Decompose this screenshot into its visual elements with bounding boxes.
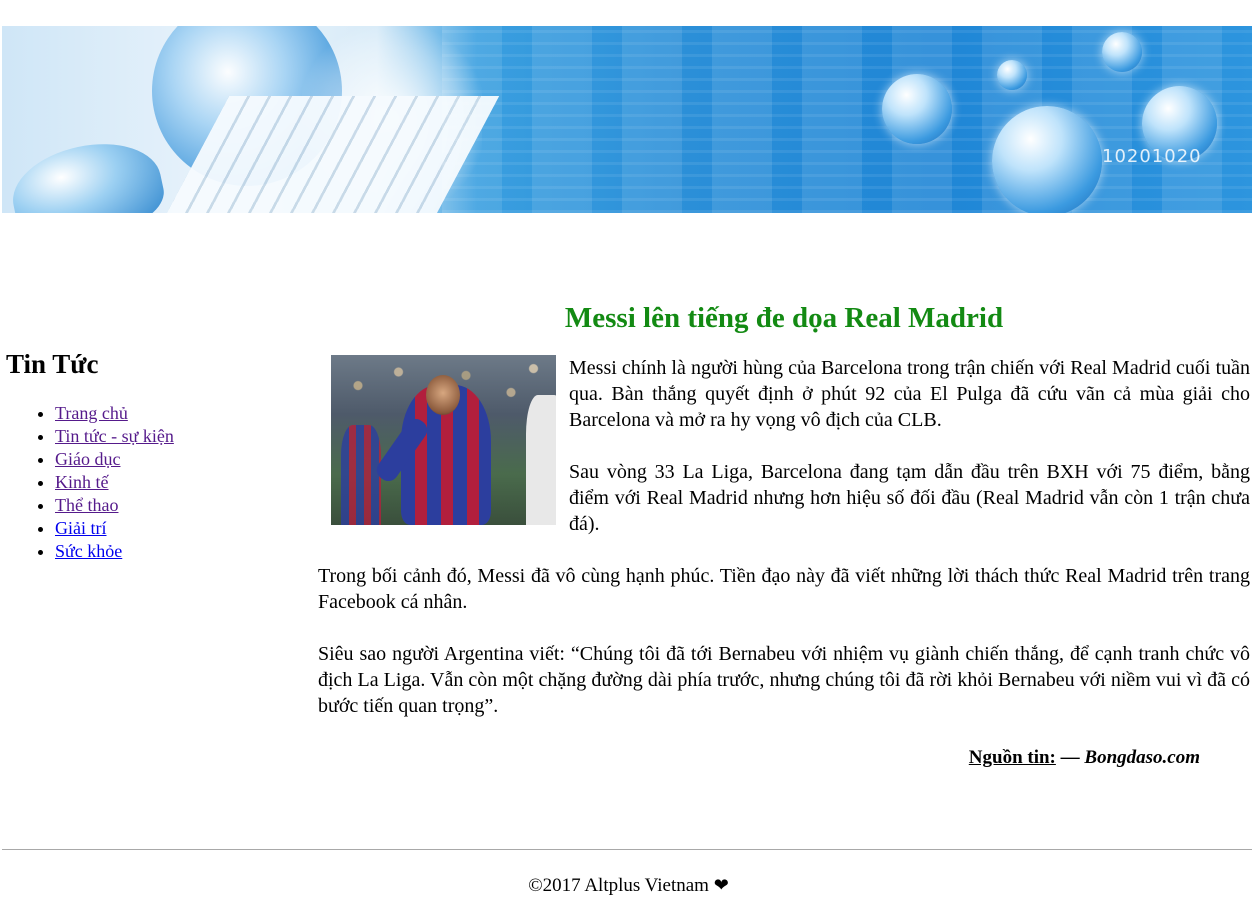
source-site: Bongdaso.com [1084,747,1200,768]
sphere-graphic [882,74,952,144]
copyright-text: ©2017 Altplus Vietnam [528,875,709,896]
heart-icon: ❤ [713,875,729,896]
article-paragraph: Siêu sao người Argentina viết: “Chúng tô… [318,643,1250,717]
nav-link-giao-duc[interactable]: Giáo dục [55,449,120,469]
globe-sphere-graphic [992,106,1102,213]
footer-divider [2,849,1252,850]
photo-opponent [526,395,556,525]
article-title: Messi lên tiếng đe dọa Real Madrid [564,302,1004,334]
article: Messi lên tiếng đe dọa Real Madrid Messi… [318,296,1250,771]
photo-player-head [426,375,460,415]
footer: ©2017 Altplus Vietnam ❤ [0,874,1257,898]
nav-link-giai-tri[interactable]: Giải trí [55,518,107,538]
sidebar-item-trang-chu: Trang chủ [55,402,286,425]
source-dash: — [1055,747,1085,768]
article-paragraph: Trong bối cảnh đó, Messi đã vô cùng hạnh… [318,565,1250,613]
nav-link-the-thao[interactable]: Thể thao [55,495,118,515]
sidebar-item-giai-tri: Giải trí [55,517,286,540]
sidebar-item-kinh-te: Kinh tế [55,471,286,494]
banner-digits: 10201020 [1102,146,1202,167]
sidebar-item-giao-duc: Giáo dục [55,448,286,471]
nav-link-trang-chu[interactable]: Trang chủ [55,403,128,423]
source-label: Nguồn tin: [968,747,1056,768]
nav-link-tin-tuc-su-kien[interactable]: Tin tức - sự kiện [55,426,174,446]
article-photo [331,355,556,525]
sidebar-menu: Trang chủ Tin tức - sự kiện Giáo dục Kin… [6,402,286,563]
mouse-graphic [4,131,170,213]
sidebar-title: Tin Tức [6,349,99,379]
sidebar-item-the-thao: Thể thao [55,494,286,517]
nav-link-suc-khoe[interactable]: Sức khỏe [55,541,122,561]
photo-teammate [341,425,381,525]
sphere-graphic [997,60,1027,90]
sidebar-item-suc-khoe: Sức khỏe [55,540,286,563]
sidebar: Tin Tức Trang chủ Tin tức - sự kiện Giáo… [6,346,286,563]
sphere-graphic [1102,32,1142,72]
sidebar-item-tin-tuc: Tin tức - sự kiện [55,425,286,448]
article-source: Nguồn tin: — Bongdaso.com [318,745,1250,771]
header-banner-image: 10201020 [2,26,1252,213]
nav-link-kinh-te[interactable]: Kinh tế [55,472,109,492]
